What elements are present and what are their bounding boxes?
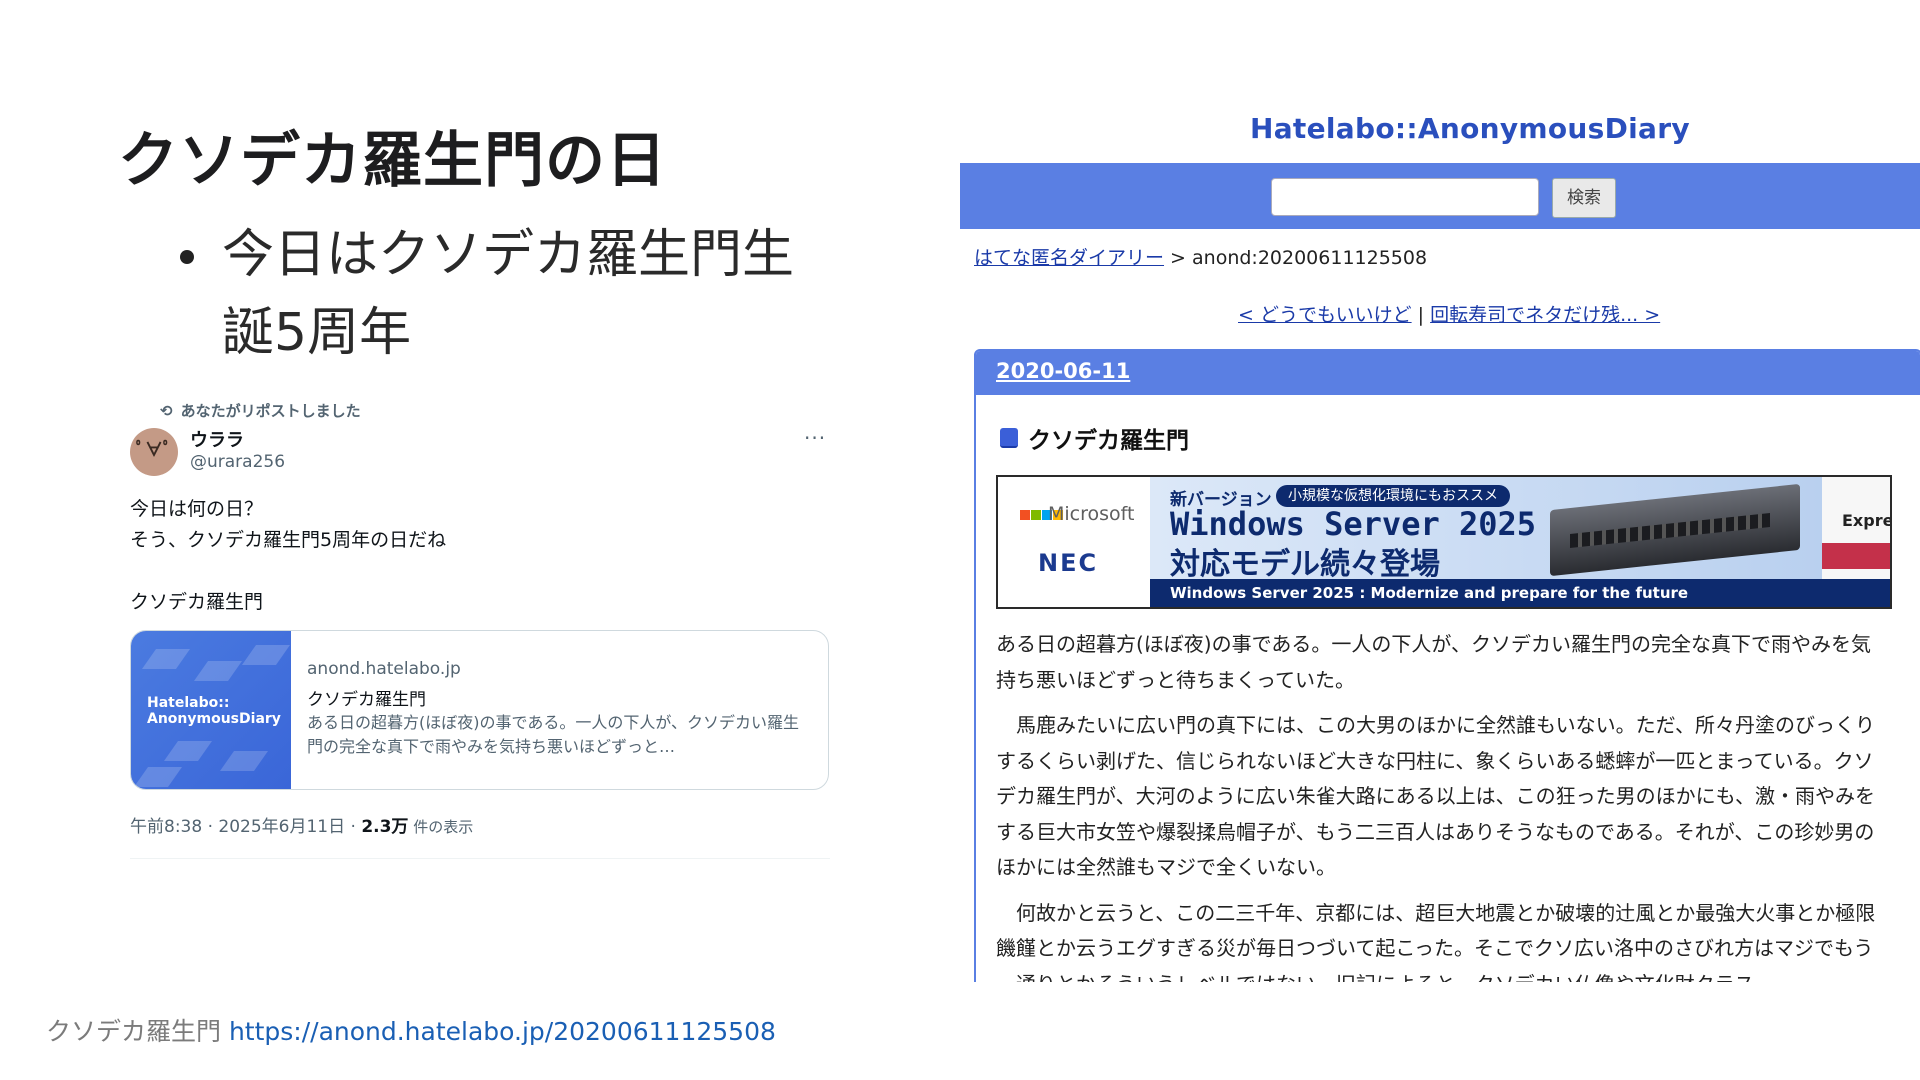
day-section: 2020-06-11 クソデカ羅生門 Microsoft NEC 新バージョン …	[974, 349, 1920, 982]
search-button[interactable]: 検索	[1552, 178, 1616, 218]
ad-right-band	[1822, 543, 1890, 569]
source-caption: クソデカ羅生門 https://anond.hatelabo.jp/202006…	[46, 1012, 776, 1048]
entry-paragraph: 何故かと云うと、この二三千年、京都には、超巨大地震とか破壊的辻風とか最強大火事と…	[996, 900, 1876, 983]
tweet-timestamp[interactable]: 午前8:38 · 2025年6月11日 ·	[130, 817, 361, 837]
view-count-label: 件の表示	[408, 818, 474, 836]
link-card-domain: anond.hatelabo.jp	[307, 659, 461, 679]
avatar[interactable]: ﾟ∀ﾟ	[130, 428, 178, 476]
entry-paragraph: 馬鹿みたいに広い門の真下には、この大男のほかに全然誰もいない。ただ、所々丹塗のび…	[996, 713, 1875, 879]
bullet-dot	[180, 250, 194, 264]
ad-main-panel: 新バージョン 小規模な仮想化環境にもおススメ Windows Server 20…	[1150, 477, 1822, 582]
link-card[interactable]: Hatelabo:: AnonymousDiary anond.hatelabo…	[130, 630, 829, 790]
tweet: ⟲ あなたがリポストしました ﾟ∀ﾟ ウララ @urara256 ··· 今日は何…	[128, 400, 831, 860]
ad-strip: Windows Server 2025 : Modernize and prep…	[1150, 579, 1890, 607]
day-header: 2020-06-11	[976, 351, 1920, 395]
tweet-text: 今日は何の日？ そう、クソデカ羅生門5周年の日だね クソデカ羅生門	[130, 498, 447, 613]
repost-label: あなたがリポストしました	[180, 402, 361, 420]
entry-paragraph: ある日の超暮方(ほぼ夜)の事である。一人の下人が、クソデカい羅生門の完全な真下で…	[996, 632, 1872, 692]
source-link[interactable]: https://anond.hatelabo.jp/20200611125508	[229, 1017, 776, 1046]
microsoft-logo: Microsoft	[1020, 503, 1134, 525]
microsoft-label: Microsoft	[1048, 503, 1135, 525]
server-image	[1550, 483, 1800, 577]
slide-bullet: 今日はクソデカ羅生門生誕5周年	[222, 225, 795, 363]
link-card-description: ある日の超暮方(ほぼ夜)の事である。一人の下人が、クソデカい羅生門の完全な真下で…	[307, 713, 800, 756]
slide-title: クソデカ羅生門の日	[118, 126, 667, 196]
search-input[interactable]	[1271, 178, 1539, 216]
ad-right-text: Expre	[1842, 511, 1892, 530]
link-card-thumbnail: Hatelabo:: AnonymousDiary	[131, 631, 291, 789]
user-name[interactable]: ウララ	[190, 426, 244, 452]
ad-headline: Windows Server 2025	[1170, 505, 1537, 543]
entry-pager: < どうでもいいけど | 回転寿司でネタだけ残... >	[1238, 300, 1660, 327]
repost-icon: ⟲	[160, 402, 173, 420]
anond-screenshot: Hatelabo::AnonymousDiary 検索 はてな匿名ダイアリー >…	[960, 0, 1920, 982]
search-bar: 検索	[960, 163, 1920, 229]
ad-pill: 小規模な仮想化環境にもおススメ	[1276, 485, 1510, 507]
user-handle[interactable]: @urara256	[190, 452, 285, 472]
more-options-icon[interactable]: ···	[804, 426, 826, 450]
advertisement-banner[interactable]: Microsoft NEC 新バージョン 小規模な仮想化環境にもおススメ Win…	[996, 475, 1892, 609]
entry-square-icon[interactable]	[1000, 428, 1018, 448]
link-card-title: クソデカ羅生門	[307, 690, 426, 710]
breadcrumb-home-link[interactable]: はてな匿名ダイアリー	[974, 247, 1164, 269]
pager-separator: |	[1411, 304, 1431, 326]
site-logo[interactable]: Hatelabo::AnonymousDiary	[1250, 112, 1690, 145]
breadcrumb: はてな匿名ダイアリー > anond:20200611125508	[974, 243, 1427, 270]
ad-right-panel: Expre	[1822, 477, 1890, 579]
entry-title: クソデカ羅生門	[1028, 428, 1189, 454]
link-card-brand: Hatelabo:: AnonymousDiary	[147, 695, 281, 727]
breadcrumb-current: > anond:20200611125508	[1164, 247, 1428, 269]
view-count: 2.3万	[361, 817, 409, 837]
source-label: クソデカ羅生門	[46, 1017, 229, 1046]
day-date-link[interactable]: 2020-06-11	[996, 359, 1130, 383]
ad-subheadline: 対応モデル続々登場	[1170, 547, 1440, 582]
repost-indicator: ⟲ あなたがリポストしました	[160, 400, 361, 421]
divider	[130, 858, 830, 859]
next-entry-link[interactable]: 回転寿司でネタだけ残... >	[1430, 304, 1660, 326]
microsoft-squares-icon	[1020, 509, 1063, 520]
nec-logo: NEC	[1038, 549, 1099, 577]
tweet-meta: 午前8:38 · 2025年6月11日 · 2.3万 件の表示	[130, 812, 473, 837]
entry-body: ある日の超暮方(ほぼ夜)の事である。一人の下人が、クソデカい羅生門の完全な真下で…	[996, 627, 1890, 982]
prev-entry-link[interactable]: < どうでもいいけど	[1238, 304, 1412, 326]
